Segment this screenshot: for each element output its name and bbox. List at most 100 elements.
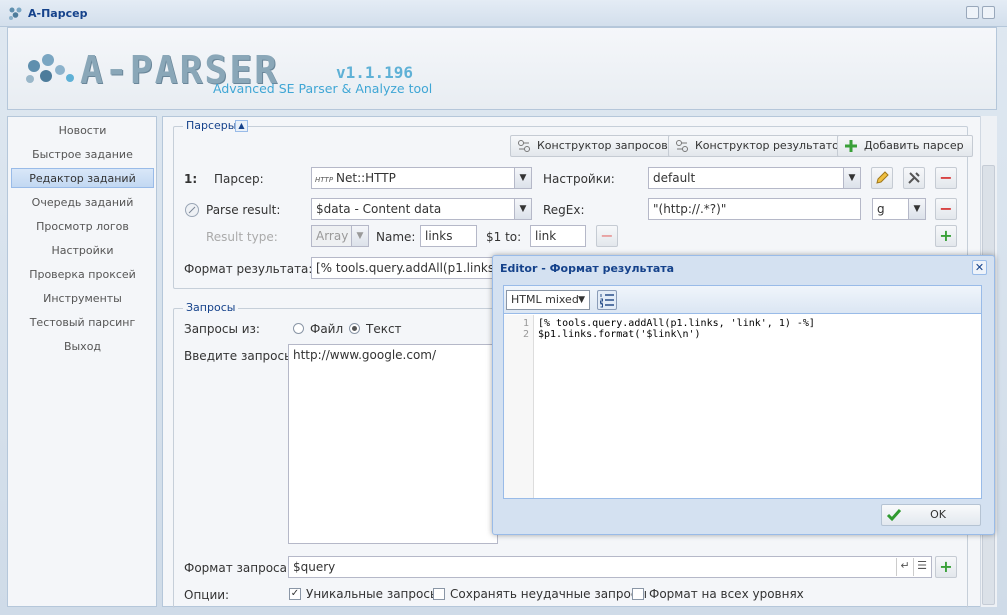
result-builder-button[interactable]: Конструктор результатов: [668, 135, 855, 157]
queries-from-file-label: Файл: [310, 322, 344, 336]
sidebar-item-exit[interactable]: Выход: [11, 337, 154, 357]
parse-result-select[interactable]: $data - Content data ▼: [311, 198, 532, 220]
line-number-gutter: 12: [504, 315, 534, 498]
regex-input[interactable]: "(http://.*?)": [648, 198, 861, 220]
queries-textarea[interactable]: http://www.google.com/: [288, 344, 498, 544]
editor-dialog: Editor - Формат результата ✕ HTML mixed …: [492, 255, 995, 535]
logo-tagline: Advanced SE Parser & Analyze tool: [213, 81, 433, 96]
parse-result-icon: [185, 203, 199, 217]
parse-result-value: $data - Content data: [316, 202, 442, 216]
sidebar-item-task-editor[interactable]: Редактор заданий: [11, 168, 154, 188]
queries-from-file-radio[interactable]: [293, 323, 304, 334]
caret-down-icon: ▼: [578, 295, 585, 305]
parse-result-label: Parse result:: [206, 203, 281, 217]
code-content[interactable]: [% tools.query.addAll(p1.links, 'link', …: [538, 315, 815, 340]
chevron-down-icon[interactable]: ▼: [514, 168, 531, 188]
settings-label: Настройки:: [543, 172, 615, 186]
chevron-down-icon[interactable]: ▼: [514, 199, 531, 219]
unique-queries-label: Уникальные запросы: [306, 587, 440, 601]
format-all-levels-checkbox[interactable]: [632, 588, 644, 600]
line-number: 1: [522, 318, 529, 329]
plus-icon: [845, 140, 857, 152]
query-builder-label: Конструктор запросов: [537, 139, 668, 152]
code-line: [% tools.query.addAll(p1.links, 'link', …: [538, 318, 815, 329]
list-icon[interactable]: ☰: [913, 558, 930, 576]
result-format-label: Формат результата:: [184, 262, 313, 276]
queries-from-text-label: Текст: [366, 322, 402, 336]
maximize-window-button[interactable]: [982, 6, 995, 19]
result-builder-label: Конструктор результатов: [695, 139, 846, 152]
pencil-icon: [876, 171, 889, 184]
result-type-label: Result type:: [206, 230, 278, 244]
result-type-select[interactable]: Array ▼: [311, 225, 369, 247]
format-code-button[interactable]: [597, 290, 617, 310]
regex-flag-value: g: [877, 202, 885, 216]
sidebar-item-task-queue[interactable]: Очередь заданий: [11, 193, 154, 213]
query-builder-icon: [518, 140, 530, 152]
parser-index: 1:: [184, 172, 198, 186]
add-query-format-button[interactable]: +: [935, 556, 957, 578]
parser-select[interactable]: HTTP Net::HTTP ▼: [311, 167, 532, 189]
parser-label: Парсер:: [214, 172, 264, 186]
query-builder-button[interactable]: Конструктор запросов: [510, 135, 677, 157]
parsers-legend: Парсеры: [183, 119, 240, 132]
name-label: Name:: [376, 230, 416, 244]
sidebar-item-proxy-check[interactable]: Проверка проксей: [11, 265, 154, 285]
sidebar-item-tools[interactable]: Инструменты: [11, 289, 154, 309]
window-titlebar: A-Парсер: [0, 0, 1007, 27]
regex-flag-select[interactable]: g ▼: [872, 198, 926, 220]
result-format-input[interactable]: [% tools.query.addAll(p1.links, 'link', …: [311, 257, 496, 279]
ok-button[interactable]: OK: [881, 504, 981, 526]
parser-value: Net::HTTP: [336, 171, 396, 185]
editor-toolbar: HTML mixed ▼: [504, 286, 981, 314]
collapse-parsers-icon[interactable]: ▲: [235, 120, 248, 132]
format-all-levels-label: Формат на всех уровнях: [649, 587, 804, 601]
http-icon: HTTP: [315, 176, 334, 184]
numbered-list-icon: [600, 294, 614, 308]
chevron-down-icon[interactable]: ▼: [843, 168, 860, 188]
code-editor[interactable]: HTML mixed ▼ 12 [% tools.query.addAll(p1…: [503, 285, 982, 499]
parser-tools-button[interactable]: [903, 167, 925, 189]
queries-legend: Запросы: [183, 301, 239, 314]
result-type-value: Array: [316, 229, 349, 243]
query-format-input[interactable]: $query ↵ ☰: [288, 556, 932, 578]
regex-label: RegEx:: [543, 203, 585, 217]
options-label: Опции:: [184, 588, 230, 602]
close-icon[interactable]: ✕: [972, 260, 987, 275]
pin-window-button[interactable]: [966, 6, 979, 19]
app-header: A-PARSER v1.1.196 Advanced SE Parser & A…: [7, 27, 997, 110]
editor-dialog-title: Editor - Формат результата: [500, 262, 675, 275]
to-input[interactable]: link: [530, 225, 586, 247]
sidebar-item-logs[interactable]: Просмотр логов: [11, 217, 154, 237]
sidebar-item-test-parsing[interactable]: Тестовый парсинг: [11, 313, 154, 333]
logo-version: v1.1.196: [336, 63, 414, 82]
sidebar-item-quick-task[interactable]: Быстрое задание: [11, 145, 154, 165]
remove-regex-button[interactable]: −: [935, 198, 957, 220]
add-parser-button[interactable]: Добавить парсер: [837, 135, 973, 157]
queries-from-label: Запросы из:: [184, 322, 260, 336]
remove-result-button[interactable]: −: [596, 225, 618, 247]
chevron-down-icon[interactable]: ▼: [908, 199, 925, 219]
sidebar-item-settings[interactable]: Настройки: [11, 241, 154, 261]
chevron-down-icon[interactable]: ▼: [351, 226, 368, 246]
query-format-label: Формат запроса:: [184, 561, 292, 575]
app-logo-icon: [9, 7, 22, 20]
add-result-button[interactable]: +: [935, 225, 957, 247]
edit-parser-button[interactable]: [871, 167, 893, 189]
name-input[interactable]: links: [420, 225, 477, 247]
query-format-value: $query: [293, 560, 336, 574]
save-failed-queries-checkbox[interactable]: [433, 588, 445, 600]
settings-select[interactable]: default ▼: [648, 167, 861, 189]
code-line: $p1.links.format('$link\n'): [538, 329, 701, 340]
to-label: $1 to:: [486, 230, 522, 244]
unique-queries-checkbox[interactable]: ✓: [289, 588, 301, 600]
a-parser-logo-icon: [26, 54, 74, 83]
ok-label: OK: [930, 508, 946, 521]
wrap-icon[interactable]: ↵: [896, 558, 913, 576]
remove-parser-button[interactable]: −: [935, 167, 957, 189]
settings-value: default: [653, 171, 696, 185]
result-builder-icon: [676, 140, 688, 152]
sidebar-item-news[interactable]: Новости: [11, 121, 154, 141]
editor-mode-select[interactable]: HTML mixed ▼: [506, 290, 590, 310]
queries-from-text-radio[interactable]: [349, 323, 360, 334]
